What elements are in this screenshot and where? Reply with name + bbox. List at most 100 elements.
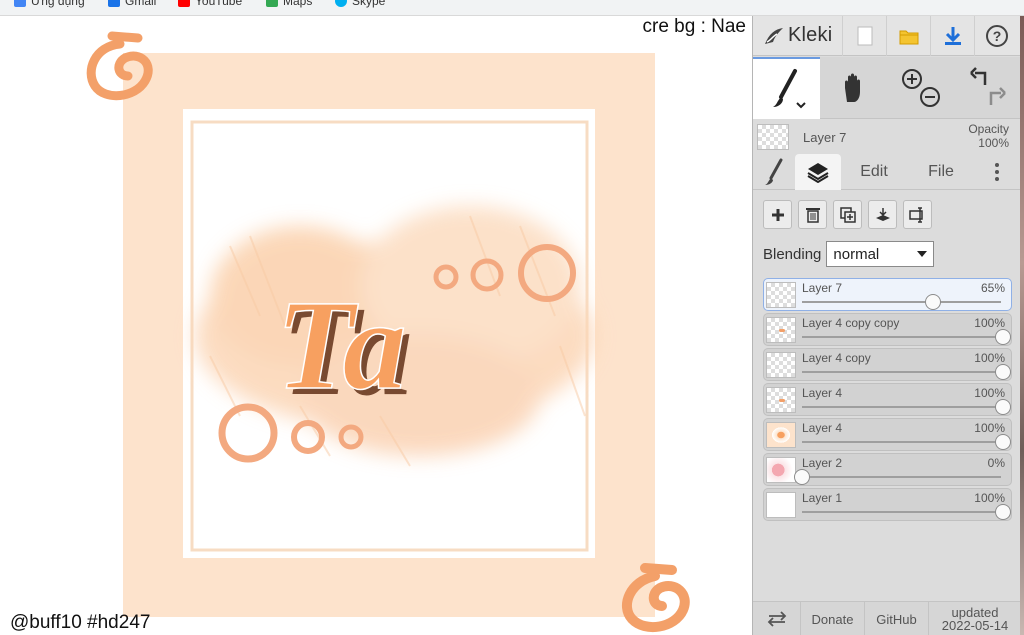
open-file-button[interactable]: [887, 15, 931, 56]
opacity-slider-handle[interactable]: [924, 294, 941, 310]
layer-opacity: 100%: [974, 316, 1005, 330]
layer-name: Layer 4: [802, 386, 843, 400]
skype-icon: [335, 0, 347, 7]
layer-row[interactable]: Layer 4 copy 100%: [763, 348, 1012, 381]
opacity-slider-handle[interactable]: [794, 469, 810, 485]
updated-link[interactable]: updated 2022-05-14: [929, 602, 1021, 635]
drawing-canvas[interactable]: Ta Ta cre bg : Nae @buff10 #hd247: [0, 16, 752, 635]
rename-layer-button[interactable]: [903, 200, 932, 229]
layer-opacity: 100%: [974, 491, 1005, 505]
credit-bottom: @buff10 #hd247: [10, 612, 151, 633]
layer-name: Layer 4: [802, 421, 843, 435]
screen: Ứng dụng Gmail YouTube Maps Skype Ta Ta …: [0, 0, 1024, 635]
opacity-slider-track[interactable]: [802, 406, 1001, 408]
youtube-icon: [178, 0, 190, 7]
kleki-logo-icon: [765, 27, 783, 44]
donate-link[interactable]: Donate: [801, 602, 865, 635]
new-file-button[interactable]: [843, 15, 887, 56]
swap-side-button[interactable]: [753, 602, 801, 635]
layer-thumbnail: [766, 317, 796, 343]
layer-opacity: 100%: [974, 386, 1005, 400]
help-button[interactable]: ?: [975, 16, 1019, 56]
opacity-slider-track[interactable]: [802, 476, 1001, 478]
delete-layer-button[interactable]: [798, 200, 827, 229]
artwork-lettering: Ta Ta: [275, 273, 412, 422]
download-icon: [944, 26, 961, 45]
blending-select[interactable]: normal: [826, 241, 935, 267]
tab-brush[interactable]: [753, 154, 795, 190]
bookmark-skype[interactable]: Skype: [335, 0, 385, 9]
kleki-logo[interactable]: Kleki: [753, 15, 843, 56]
svg-text:Ta: Ta: [276, 274, 406, 416]
zoom-icons: [901, 69, 940, 107]
tab-file[interactable]: File: [907, 154, 975, 190]
opacity-slider-handle[interactable]: [995, 504, 1011, 520]
blending-label: Blending: [763, 245, 822, 263]
duplicate-layer-icon: [839, 206, 856, 223]
chevron-down-icon: [917, 251, 928, 257]
new-file-icon: [857, 26, 872, 45]
layer-row[interactable]: Layer 4 copy copy 100%: [763, 313, 1012, 346]
hand-tool-button[interactable]: [820, 57, 887, 119]
svg-text:?: ?: [993, 28, 1002, 44]
gmail-icon: [108, 0, 120, 7]
layer-list: Layer 7 65% Layer 4 copy copy 100% Layer 4 c…: [763, 278, 1012, 523]
layer-actions: [763, 200, 932, 229]
layer-row[interactable]: Layer 4 100%: [763, 418, 1012, 451]
duplicate-layer-button[interactable]: [833, 200, 862, 229]
tab-edit[interactable]: Edit: [841, 154, 907, 190]
layer-thumbnail: [766, 282, 796, 308]
tool-row: [753, 57, 1021, 119]
merge-layer-button[interactable]: [868, 200, 897, 229]
layers-icon: [807, 163, 829, 183]
blending-row: Blending normal: [763, 241, 935, 267]
download-button[interactable]: [931, 15, 975, 56]
credit-top: cre bg : Nae: [642, 16, 747, 37]
opacity-slider-track[interactable]: [802, 511, 1001, 513]
layer-opacity: 100%: [974, 421, 1005, 435]
layer-thumbnail-mark: [779, 399, 785, 402]
top-toolbar: Kleki ?: [753, 15, 1021, 56]
current-layer-opacity: Opacity 100%: [968, 122, 1009, 150]
undo-redo-button[interactable]: [954, 57, 1021, 119]
layer-name: Layer 4 copy: [802, 351, 871, 365]
bookmark-gmail[interactable]: Gmail: [108, 0, 156, 9]
layer-name: Layer 4 copy copy: [802, 316, 900, 330]
add-layer-icon: [771, 208, 784, 221]
brush-tab-icon: [765, 158, 783, 185]
layer-thumbnail-mark: [779, 329, 785, 332]
bookmark-apps[interactable]: Ứng dụng: [14, 0, 85, 9]
opacity-slider-track[interactable]: [802, 301, 1001, 303]
current-layer-preview: Layer 7 Opacity 100%: [753, 120, 1021, 154]
layer-row[interactable]: Layer 4 100%: [763, 383, 1012, 416]
background-window-edge: [1020, 16, 1024, 635]
current-layer-name: Layer 7: [803, 129, 847, 145]
bookmarks-bar: Ứng dụng Gmail YouTube Maps Skype: [0, 0, 1024, 16]
tab-layers[interactable]: [795, 154, 841, 190]
hand-icon: [844, 73, 860, 102]
brush-tool-button[interactable]: [753, 57, 820, 119]
bookmark-youtube[interactable]: YouTube: [178, 0, 242, 9]
swap-arrows-icon: [767, 611, 786, 627]
zoom-tool-button[interactable]: [887, 57, 954, 119]
github-link[interactable]: GitHub: [865, 602, 929, 635]
opacity-slider-track[interactable]: [802, 336, 1001, 338]
opacity-slider-handle[interactable]: [995, 364, 1011, 380]
opacity-slider-handle[interactable]: [995, 399, 1011, 415]
layer-name: Layer 1: [802, 491, 843, 505]
panel-footer: Donate GitHub updated 2022-05-14: [753, 601, 1021, 635]
layer-thumbnail: [766, 422, 796, 448]
undo-icon: [969, 67, 986, 85]
opacity-slider-track[interactable]: [802, 371, 1001, 373]
add-layer-button[interactable]: [763, 200, 792, 229]
opacity-slider-handle[interactable]: [995, 434, 1011, 450]
layer-name: Layer 7: [802, 281, 843, 295]
layer-row[interactable]: Layer 7 65%: [763, 278, 1012, 311]
opacity-slider-handle[interactable]: [995, 329, 1011, 345]
layer-thumbnail: [766, 457, 796, 483]
tab-more[interactable]: [975, 154, 1019, 190]
layer-row[interactable]: Layer 1 100%: [763, 488, 1012, 521]
opacity-slider-track[interactable]: [802, 441, 1001, 443]
layer-row[interactable]: Layer 2 0%: [763, 453, 1012, 486]
bookmark-maps[interactable]: Maps: [266, 0, 312, 9]
